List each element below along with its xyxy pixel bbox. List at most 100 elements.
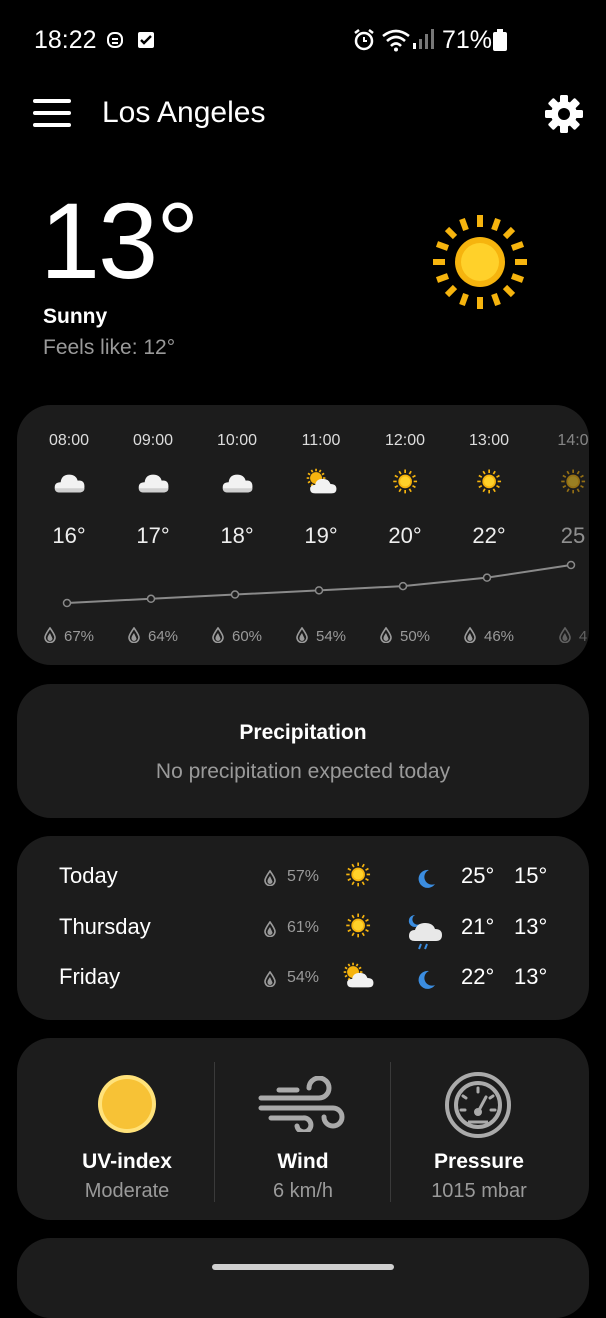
moon-icon <box>405 860 445 900</box>
hamburger-line <box>33 111 71 115</box>
humidity-drop-icon <box>264 920 276 937</box>
hour-humidity: 50% <box>363 626 447 647</box>
humidity-value: 46% <box>483 628 515 645</box>
hour-time: 10:00 <box>216 432 258 449</box>
humidity-drop-icon <box>380 626 392 647</box>
moon-icon <box>405 961 445 1001</box>
temperature-point <box>482 573 492 582</box>
hourly-forecast-card[interactable]: 08:00 16° 67% 09:00 17° 64% 10:00 18° 60% 11:00 19… <box>17 405 589 665</box>
hour-humidity: 46% <box>447 626 531 647</box>
temperature-point <box>314 586 324 595</box>
partly-sunny-icon <box>339 961 379 995</box>
humidity-value: 50% <box>399 628 431 645</box>
low-temperature: 13° <box>514 913 548 939</box>
sun-icon <box>387 467 425 501</box>
hour-temperature: 25 <box>560 523 586 548</box>
uv-index-tile[interactable]: UV-index Moderate <box>37 1038 217 1220</box>
humidity-value: 67% <box>63 628 95 645</box>
humidity-drop-icon <box>44 626 56 647</box>
cloud-icon <box>135 467 173 501</box>
humidity-drop-icon <box>212 626 224 647</box>
weather-condition: Sunny <box>43 305 108 328</box>
humidity-drop-icon <box>264 970 276 988</box>
hour-time: 14:0 <box>557 432 589 449</box>
partly-sunny-icon <box>303 467 341 501</box>
hamburger-line <box>33 123 71 127</box>
hour-humidity: 67% <box>27 626 111 647</box>
battery-percentage: 71% <box>442 26 493 54</box>
cloud-icon <box>219 467 257 501</box>
wind-value: 6 km/h <box>272 1180 334 1202</box>
city-name[interactable]: Los Angeles <box>102 96 265 130</box>
hour-humidity: 64% <box>111 626 195 647</box>
weather-details-card[interactable]: UV-index Moderate Wind 6 km/h Pressure 1… <box>17 1038 589 1220</box>
high-temperature: 21° <box>461 913 495 939</box>
temperature-point <box>62 598 72 608</box>
wind-icon <box>258 1076 345 1132</box>
battery-icon <box>493 29 507 51</box>
hour-temperature: 22° <box>472 523 506 548</box>
feels-like-temperature: Feels like: 12° <box>43 336 176 359</box>
sun-icon <box>471 467 509 501</box>
low-temperature: 13° <box>514 964 548 989</box>
hour-temperature: 20° <box>388 523 422 548</box>
pressure-value: 1015 mbar <box>431 1180 527 1202</box>
sun-icon <box>339 911 379 945</box>
uv-sun-icon <box>98 1075 156 1133</box>
wind-tile[interactable]: Wind 6 km/h <box>213 1038 393 1220</box>
uv-index-value: Moderate <box>84 1180 170 1202</box>
current-temperature: 13° <box>40 180 199 301</box>
sun-icon <box>433 215 527 309</box>
daily-forecast-row[interactable]: Today 57% 25° 15° <box>17 858 589 898</box>
wind-title: Wind <box>277 1150 329 1173</box>
temperature-point <box>398 581 408 591</box>
navigation-gesture-bar[interactable] <box>212 1264 394 1270</box>
wifi-icon <box>382 29 410 52</box>
humidity-drop-icon <box>264 869 276 887</box>
hour-time: 12:00 <box>384 432 426 449</box>
temperature-point <box>566 560 576 570</box>
hour-humidity: 54% <box>279 626 363 647</box>
day-name: Thursday <box>59 913 151 939</box>
hour-time: 08:00 <box>48 432 90 449</box>
daily-forecast-row[interactable]: Friday 54% 22° 13° <box>17 959 589 999</box>
precipitation-card[interactable]: Precipitation No precipitation expected … <box>17 684 589 818</box>
hourly-temperature-graph <box>62 560 576 608</box>
day-humidity: 61% <box>287 918 320 936</box>
checkbox-notification-icon <box>138 32 154 48</box>
humidity-drop-icon <box>128 626 140 647</box>
status-time: 18:22 <box>34 26 97 54</box>
pressure-tile[interactable]: Pressure 1015 mbar <box>389 1038 569 1220</box>
hour-temperature: 18° <box>220 523 254 548</box>
humidity-value: 64% <box>147 628 179 645</box>
cloud-icon <box>51 467 89 501</box>
hour-time: 13:00 <box>468 432 510 449</box>
humidity-value: 54% <box>315 628 347 645</box>
next-card-partial[interactable] <box>17 1238 589 1318</box>
temperature-line <box>66 564 572 604</box>
hour-temperature: 17° <box>136 523 170 548</box>
temperature-point <box>230 590 240 599</box>
menu-button[interactable] <box>33 99 71 127</box>
hour-humidity: 60% <box>195 626 279 647</box>
humidity-drop-icon <box>559 626 571 647</box>
pressure-gauge-icon <box>445 1072 511 1138</box>
settings-gear-icon[interactable] <box>543 93 585 135</box>
signal-icon <box>413 29 434 49</box>
precipitation-title: Precipitation <box>239 721 367 744</box>
high-temperature: 22° <box>461 964 495 989</box>
hour-temperature: 19° <box>304 523 338 548</box>
humidity-drop-icon <box>296 626 308 647</box>
temperature-point <box>146 594 156 604</box>
hour-time: 11:00 <box>301 432 341 449</box>
hamburger-line <box>33 99 71 103</box>
night-rain-cloud-icon <box>405 911 445 951</box>
daily-forecast-card[interactable]: Today 57% 25° 15° Thursday 61% 21° 13° Friday 54%… <box>17 836 589 1020</box>
sun-icon <box>339 860 379 894</box>
high-temperature: 25° <box>461 863 495 888</box>
humidity-value: 4 <box>578 628 588 645</box>
daily-forecast-row[interactable]: Thursday 61% 21° 13° <box>17 909 589 949</box>
day-humidity: 54% <box>287 969 320 986</box>
uv-index-title: UV-index <box>82 1150 172 1173</box>
precipitation-summary: No precipitation expected today <box>155 760 451 783</box>
